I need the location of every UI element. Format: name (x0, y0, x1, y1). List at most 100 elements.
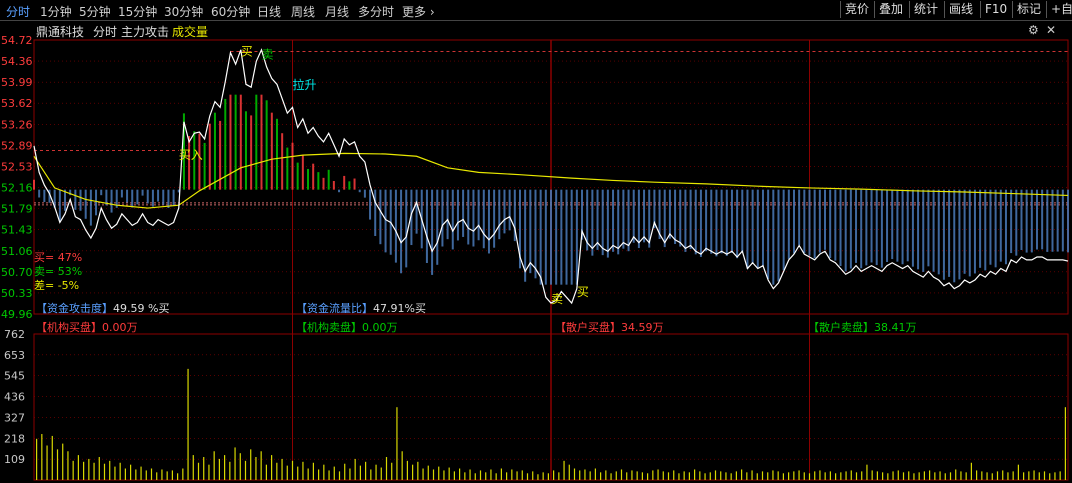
flow-bar (64, 189, 67, 211)
flow-bar (136, 189, 139, 205)
flow-bar (984, 189, 987, 271)
flow-bar (839, 189, 842, 267)
flow-bar (508, 189, 511, 231)
flow-bar (772, 189, 775, 285)
flow-bar (472, 189, 475, 247)
volume-tick-label: 109 (4, 453, 25, 466)
volume-tick-label: 218 (4, 432, 25, 445)
flow-bar (74, 189, 77, 210)
flow-bar (730, 189, 733, 253)
flow-bar (482, 189, 485, 249)
flow-bar (162, 189, 165, 205)
signal-label: 卖 (551, 292, 563, 306)
flow-bar (668, 189, 671, 239)
flow-bar (157, 189, 160, 202)
price-tick-label: 52.89 (1, 139, 33, 152)
attack-label: 【资金攻击度】 (36, 302, 113, 315)
flow-bar (736, 189, 739, 259)
flow-bar (239, 94, 242, 190)
flow-bar (353, 178, 356, 190)
flow-bar (575, 189, 578, 285)
flow-bar (208, 123, 211, 190)
volume-tick-label: 327 (4, 411, 25, 424)
flow-bar (818, 189, 821, 253)
flow-bar (296, 162, 299, 190)
flow-bar (425, 189, 428, 263)
inst-sell: 【机构卖盘】0.00万 (296, 319, 398, 335)
price-tick-label: 51.43 (1, 224, 33, 237)
volume-tick-label: 436 (4, 391, 25, 404)
flow-bar (260, 94, 263, 190)
flow-bar (33, 179, 35, 190)
flow-bar (679, 189, 682, 247)
price-tick-label: 52.16 (1, 182, 33, 195)
flow-bar (244, 111, 247, 190)
flow-bar (612, 189, 615, 252)
flow-bar (855, 189, 858, 263)
flow-bar (95, 189, 98, 216)
flow-bar (1051, 189, 1054, 252)
flow-bar (255, 94, 258, 190)
flow-bar (213, 112, 216, 190)
flow-bar (756, 189, 759, 269)
inst-sell-value: 0.00万 (362, 321, 398, 334)
flow-bar (38, 189, 41, 198)
flow-bar (663, 189, 666, 248)
flow-bar (886, 189, 889, 262)
flow-bar (922, 189, 925, 272)
attack-value: 49.59 %买 (113, 302, 170, 315)
price-tick-label: 53.99 (1, 76, 33, 89)
flow-bar (942, 189, 945, 280)
retail-sell-value: 38.41万 (874, 321, 917, 334)
flow-bar (751, 189, 754, 264)
chart-canvas: 买卖拉升买入卖买 54.7254.3653.9953.6253.2652.895… (1, 34, 1069, 481)
flow-bar (777, 189, 780, 282)
flow-bar (617, 189, 620, 255)
flow-bar (462, 189, 465, 237)
flow-bar (141, 189, 144, 196)
flow-bar (1025, 189, 1028, 253)
flow-bar (601, 189, 604, 256)
flow-bar (570, 189, 573, 285)
retail-sell-label: 【散户卖盘】 (808, 321, 874, 334)
inst-buy: 【机构买盘】0.00万 (36, 319, 138, 335)
flow-bar (338, 189, 341, 193)
flow-bar (146, 189, 149, 204)
flow-bar (348, 181, 351, 190)
retail-sell: 【散户卖盘】38.41万 (808, 319, 917, 335)
flow-bar (467, 189, 470, 245)
signal-label: 买 (577, 285, 589, 299)
flow-bar (761, 189, 764, 266)
flow-bar (860, 189, 863, 269)
signal-label: 买 (241, 45, 253, 59)
flow-bar (596, 189, 599, 250)
flow-bar (622, 189, 625, 249)
flow-bar (865, 189, 868, 266)
price-tick-label: 50.33 (1, 287, 33, 300)
flow-bar (746, 189, 749, 269)
flow-bar (89, 189, 92, 226)
flow-bar (1056, 189, 1059, 252)
flow-bar (555, 189, 558, 285)
retail-buy-value: 34.59万 (621, 321, 664, 334)
volume-tick-label: 653 (4, 349, 25, 362)
flow-bar (1041, 189, 1044, 250)
flow-bar (637, 189, 640, 249)
retail-buy: 【散户买盘】34.59万 (555, 319, 664, 335)
flow-bar (792, 189, 795, 254)
flow-bar (188, 136, 191, 190)
flow-bar (906, 189, 909, 262)
flow-bar (322, 177, 325, 190)
price-tick-label: 53.62 (1, 97, 33, 110)
price-tick-label: 51.79 (1, 203, 33, 216)
flow-bar (394, 189, 397, 263)
flow-bar (363, 189, 366, 198)
volume-tick-label: 545 (4, 370, 25, 383)
flow-bar (767, 189, 770, 279)
attack-degree: 【资金攻击度】49.59 %买 (36, 300, 169, 316)
flow-bar (782, 189, 785, 271)
flow-bar (1010, 189, 1013, 254)
flow-bar (503, 189, 506, 234)
retail-buy-label: 【散户买盘】 (555, 321, 621, 334)
inst-buy-label: 【机构买盘】 (36, 321, 102, 334)
